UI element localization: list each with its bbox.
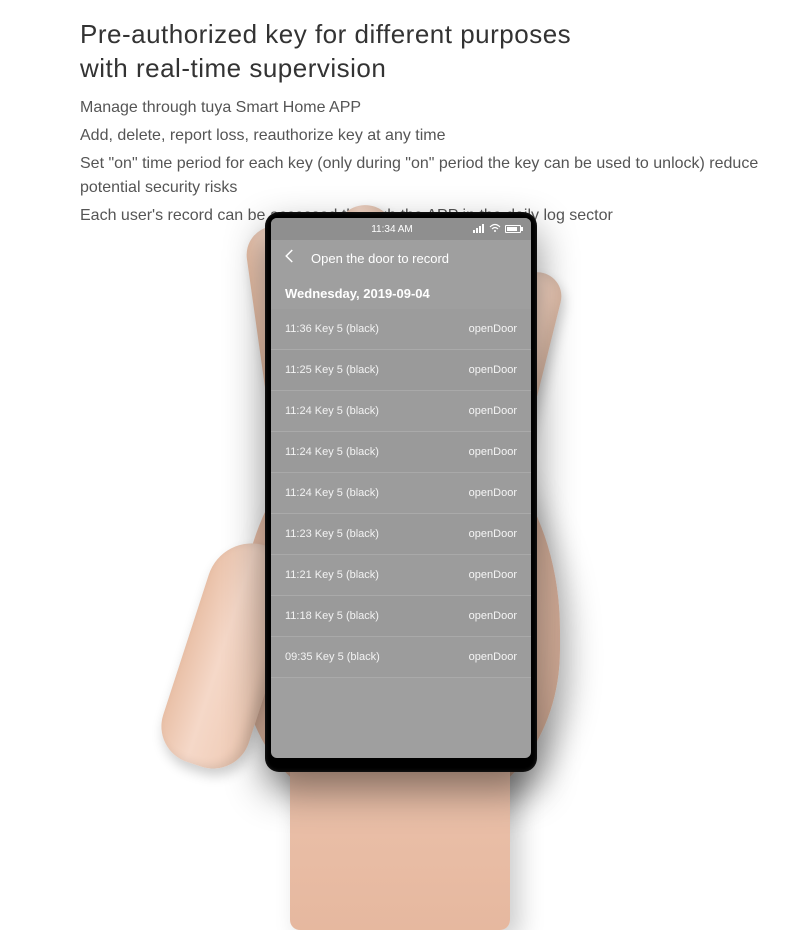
log-entry-label: 11:23 Key 5 (black) — [285, 528, 379, 540]
log-entry-action: openDoor — [469, 323, 517, 335]
log-row[interactable]: 11:23 Key 5 (black) openDoor — [271, 514, 531, 555]
status-icons — [473, 223, 521, 236]
stage: 11:34 AM Open the door to record We — [0, 200, 800, 800]
sub-line-3: Set "on" time period for each key (only … — [0, 150, 800, 202]
log-row[interactable]: 11:36 Key 5 (black) openDoor — [271, 309, 531, 350]
log-entry-action: openDoor — [469, 405, 517, 417]
app-title: Open the door to record — [311, 251, 449, 266]
log-entry-action: openDoor — [469, 446, 517, 458]
sub-line-2: Add, delete, report loss, reauthorize ke… — [0, 122, 800, 150]
status-bar: 11:34 AM — [271, 218, 531, 240]
log-entry-action: openDoor — [469, 610, 517, 622]
log-entry-label: 11:24 Key 5 (black) — [285, 446, 379, 458]
log-list[interactable]: 11:36 Key 5 (black)openDoor11:25 Key 5 (… — [271, 309, 531, 678]
log-row[interactable]: 11:24 Key 5 (black) openDoor — [271, 473, 531, 514]
back-icon[interactable] — [281, 247, 299, 270]
heading-line-1: Pre-authorized key for different purpose… — [80, 19, 571, 49]
log-row[interactable]: 11:25 Key 5 (black) openDoor — [271, 350, 531, 391]
log-entry-label: 11:21 Key 5 (black) — [285, 569, 379, 581]
log-row[interactable]: 11:21 Key 5 (black) openDoor — [271, 555, 531, 596]
log-row[interactable]: 09:35 Key 5 (black) openDoor — [271, 637, 531, 678]
phone-screen: 11:34 AM Open the door to record We — [271, 218, 531, 758]
heading-line-2: with real-time supervision — [80, 53, 386, 83]
log-entry-action: openDoor — [469, 487, 517, 499]
app-bar: Open the door to record — [271, 240, 531, 276]
log-entry-action: openDoor — [469, 528, 517, 540]
log-entry-label: 11:24 Key 5 (black) — [285, 487, 379, 499]
wifi-icon — [489, 223, 501, 236]
log-entry-action: openDoor — [469, 364, 517, 376]
log-entry-label: 11:36 Key 5 (black) — [285, 323, 379, 335]
log-entry-label: 11:18 Key 5 (black) — [285, 610, 379, 622]
phone-frame: 11:34 AM Open the door to record We — [265, 212, 537, 772]
sub-line-1: Manage through tuya Smart Home APP — [0, 94, 800, 122]
log-entry-label: 09:35 Key 5 (black) — [285, 651, 380, 663]
log-entry-action: openDoor — [469, 569, 517, 581]
log-row[interactable]: 11:18 Key 5 (black) openDoor — [271, 596, 531, 637]
date-header: Wednesday, 2019-09-04 — [271, 276, 531, 309]
log-row[interactable]: 11:24 Key 5 (black) openDoor — [271, 391, 531, 432]
log-row[interactable]: 11:24 Key 5 (black) openDoor — [271, 432, 531, 473]
battery-icon — [505, 225, 521, 233]
page-heading: Pre-authorized key for different purpose… — [0, 0, 800, 94]
status-time: 11:34 AM — [281, 224, 473, 235]
signal-icon — [473, 223, 485, 236]
log-entry-label: 11:25 Key 5 (black) — [285, 364, 379, 376]
log-entry-action: openDoor — [469, 651, 517, 663]
log-entry-label: 11:24 Key 5 (black) — [285, 405, 379, 417]
